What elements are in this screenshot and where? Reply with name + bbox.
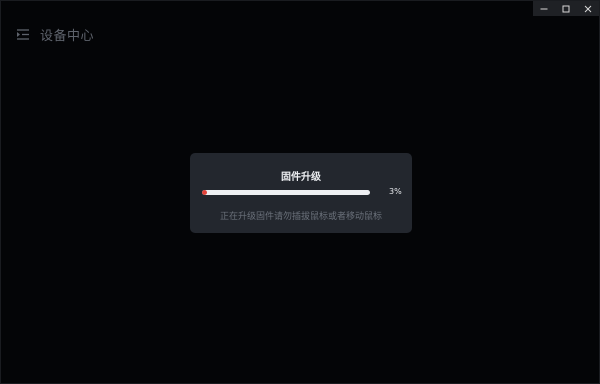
close-icon [584, 5, 592, 12]
progress-fill [202, 190, 208, 195]
maximize-icon [562, 5, 570, 12]
app-header: 设备中心 [16, 25, 94, 44]
maximize-button[interactable] [555, 1, 577, 16]
progress-bar [202, 190, 370, 195]
minimize-button[interactable] [533, 1, 555, 16]
window-controls [533, 1, 599, 16]
firmware-upgrade-dialog: 固件升级 3% 正在升级固件请勿插拔鼠标或者移动鼠标 [190, 153, 412, 233]
dialog-message: 正在升级固件请勿插拔鼠标或者移动鼠标 [219, 212, 382, 222]
app-title: 设备中心 [40, 29, 95, 44]
dialog-title: 固件升级 [281, 172, 321, 183]
minimize-icon [540, 8, 548, 9]
close-button[interactable] [577, 1, 599, 16]
menu-collapse-icon[interactable] [16, 28, 29, 41]
app-window: 设备中心 固件升级 3% 正在升级固件请勿插拔鼠标或者移动鼠标 [0, 0, 600, 384]
progress-percent: 3% [389, 187, 402, 196]
